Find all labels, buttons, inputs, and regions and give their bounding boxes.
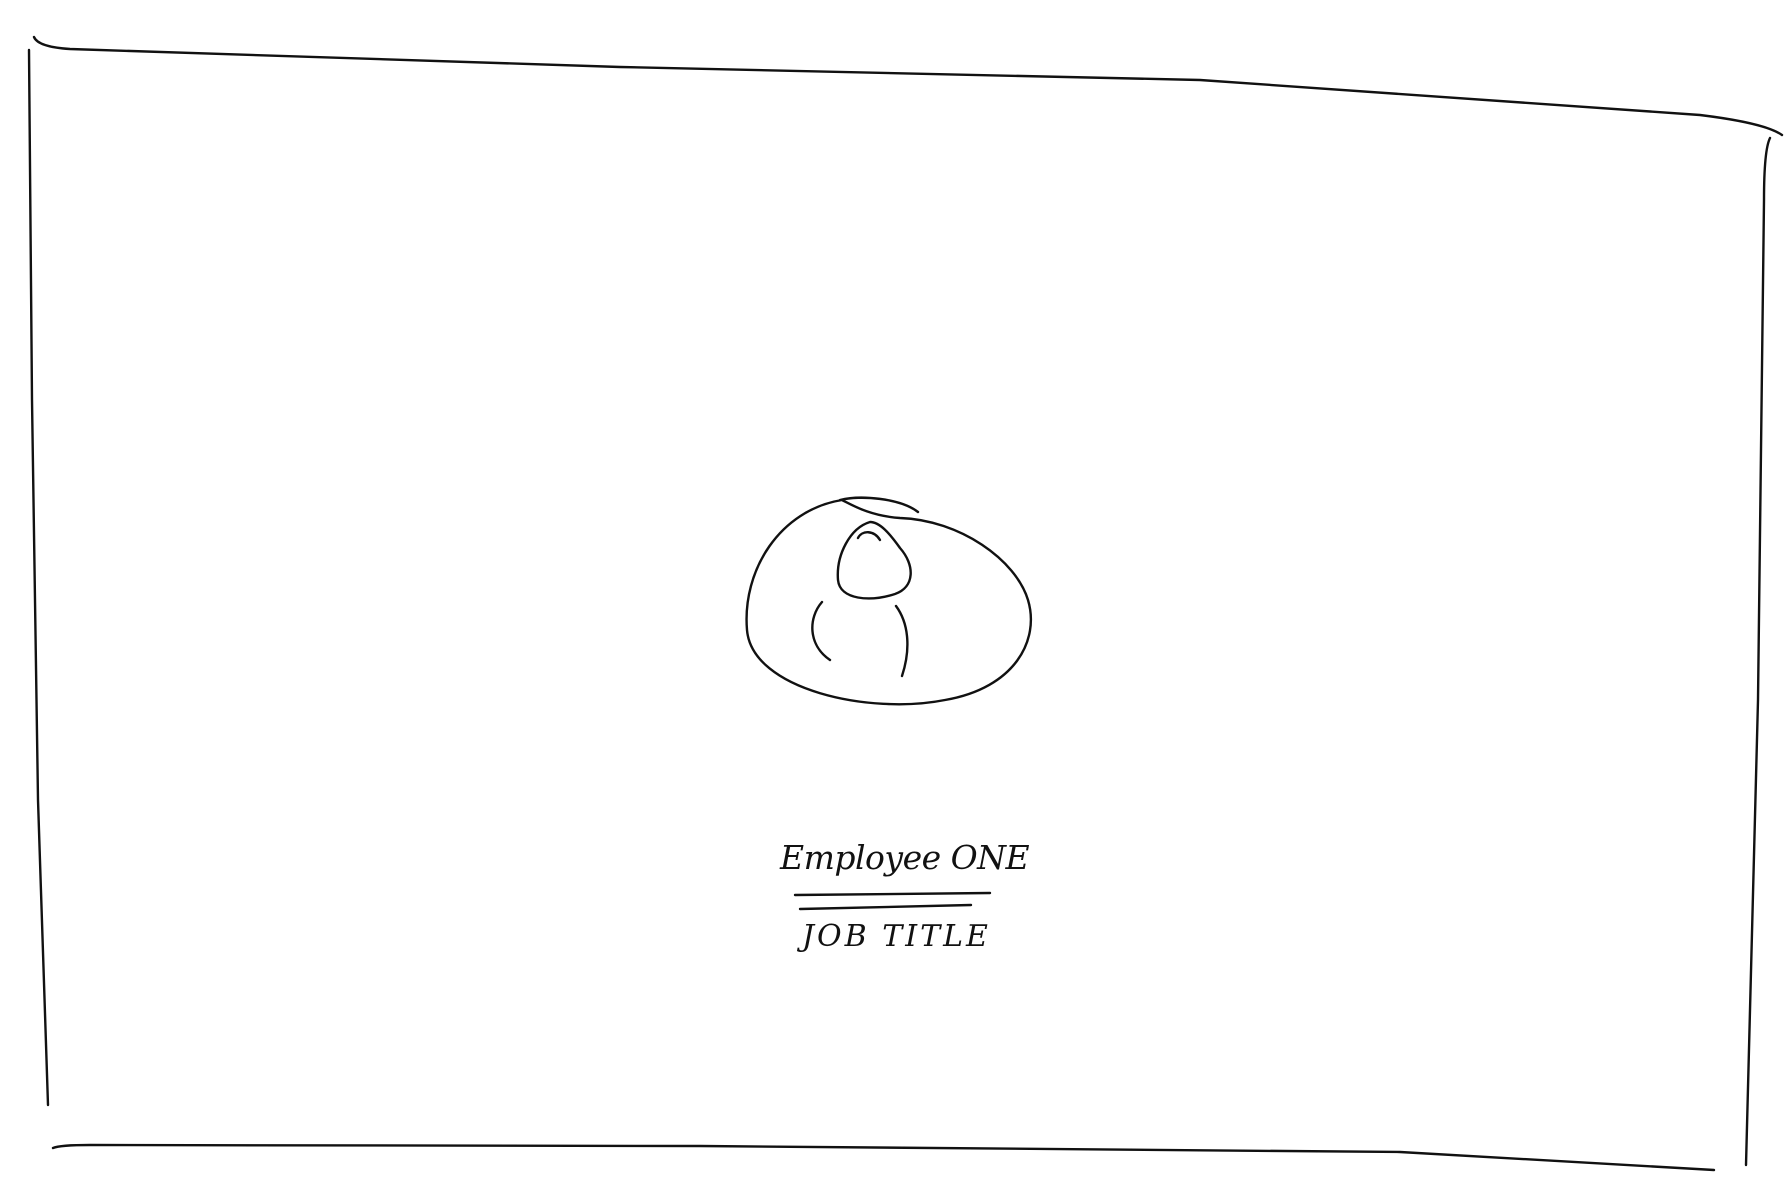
frame-top-edge <box>32 35 1784 137</box>
avatar-outline <box>745 498 1033 706</box>
frame-right-edge <box>1744 136 1772 1167</box>
name-divider-line-1 <box>793 891 992 897</box>
sketch-frame <box>27 35 1784 1172</box>
employee-card[interactable]: Employee ONE JOB TITLE <box>780 835 1030 954</box>
avatar-left-shoulder <box>811 600 832 662</box>
frame-left-edge <box>27 48 50 1107</box>
frame-bottom-edge <box>51 1143 1716 1172</box>
avatar-neck-curl <box>856 531 882 542</box>
employee-name: Employee ONE <box>780 838 1030 877</box>
job-title: JOB TITLE <box>802 919 991 954</box>
avatar-right-shoulder <box>894 604 909 678</box>
name-divider-line-2 <box>798 903 973 911</box>
user-avatar-icon <box>745 496 1033 706</box>
